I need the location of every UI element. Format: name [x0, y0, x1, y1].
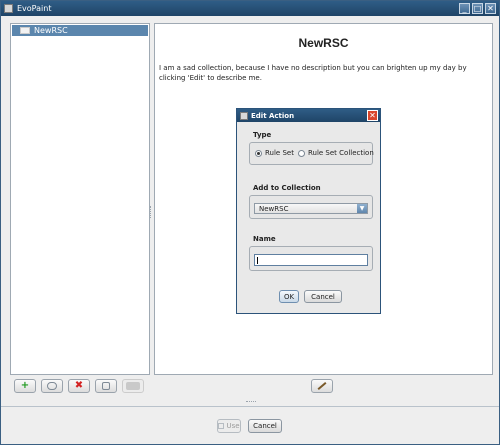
- dialog-cancel-button-label: Cancel: [311, 292, 335, 301]
- edit-action-dialog: Edit Action ✕ Type Rule Set Rule Set Col…: [236, 108, 381, 314]
- collection-label: Add to Collection: [253, 184, 321, 192]
- type-label: Type: [253, 131, 272, 139]
- chevron-down-icon[interactable]: ▼: [357, 204, 367, 213]
- name-group: [249, 246, 373, 271]
- collection-group: NewRSC ▼: [249, 195, 373, 219]
- use-button-label: Use: [226, 422, 240, 430]
- type-group: Rule Set Rule Set Collection: [249, 142, 374, 165]
- text-caret: [257, 257, 258, 264]
- export-icon: [126, 382, 140, 390]
- export-button[interactable]: [122, 379, 144, 393]
- radio-rule-set[interactable]: [255, 149, 262, 157]
- use-icon: [218, 423, 225, 429]
- type-options: Rule Set Rule Set Collection: [255, 149, 374, 157]
- collection-tree: NewRSC: [10, 23, 150, 375]
- bottom-split-grip[interactable]: [246, 401, 256, 402]
- title-bar[interactable]: EvoPaint _ □ ✕: [1, 1, 499, 16]
- window-controls: _ □ ✕: [459, 3, 496, 14]
- use-button[interactable]: Use: [217, 419, 241, 433]
- ok-button[interactable]: OK: [279, 290, 299, 303]
- radio-rule-set-label[interactable]: Rule Set: [265, 149, 294, 157]
- tree-item-label: NewRSC: [34, 26, 68, 35]
- add-collection-button[interactable]: +: [14, 379, 36, 393]
- radio-selected-dot: [257, 151, 260, 155]
- maximize-button[interactable]: □: [472, 3, 483, 14]
- split-divider[interactable]: [149, 23, 153, 373]
- collection-select[interactable]: NewRSC ▼: [254, 203, 368, 214]
- app-icon: [4, 4, 13, 13]
- dialog-close-button[interactable]: ✕: [367, 110, 378, 121]
- dialog-app-icon: [240, 111, 248, 120]
- name-label: Name: [253, 235, 276, 243]
- copy-icon: [47, 382, 57, 390]
- window-title: EvoPaint: [17, 4, 52, 13]
- rename-button[interactable]: [95, 379, 117, 393]
- name-input[interactable]: [254, 254, 368, 266]
- cancel-button[interactable]: Cancel: [248, 419, 282, 433]
- minimize-button[interactable]: _: [459, 3, 470, 14]
- edit-button[interactable]: [311, 379, 333, 393]
- rename-icon: [102, 382, 110, 390]
- tree-toolbar: + ✖: [10, 376, 148, 396]
- copy-button[interactable]: [41, 379, 63, 393]
- collection-description: I am a sad collection, because I have no…: [159, 64, 467, 82]
- collection-title: NewRSC: [298, 36, 349, 50]
- delete-button[interactable]: ✖: [68, 379, 90, 393]
- main-window: EvoPaint _ □ ✕ NewRSC NewRSC I am a sad …: [0, 0, 500, 445]
- collection-select-value: NewRSC: [259, 204, 289, 213]
- plus-icon: +: [20, 380, 30, 391]
- dialog-title-bar[interactable]: Edit Action ✕: [237, 109, 380, 122]
- detail-toolbar: [154, 376, 493, 396]
- delete-icon: ✖: [74, 380, 84, 391]
- pencil-icon: [317, 382, 327, 390]
- dialog-cancel-button[interactable]: Cancel: [304, 290, 342, 303]
- radio-rule-set-collection[interactable]: [297, 149, 305, 157]
- split-divider-grip: [150, 206, 153, 218]
- close-button[interactable]: ✕: [485, 3, 496, 14]
- radio-rule-set-collection-label[interactable]: Rule Set Collection: [308, 149, 374, 157]
- dialog-title: Edit Action: [251, 111, 295, 120]
- ok-button-label: OK: [283, 292, 295, 301]
- folder-icon: [20, 27, 30, 34]
- cancel-button-label: Cancel: [253, 422, 277, 430]
- bottom-separator: [1, 406, 499, 407]
- tree-item-newrsc[interactable]: NewRSC: [12, 25, 148, 36]
